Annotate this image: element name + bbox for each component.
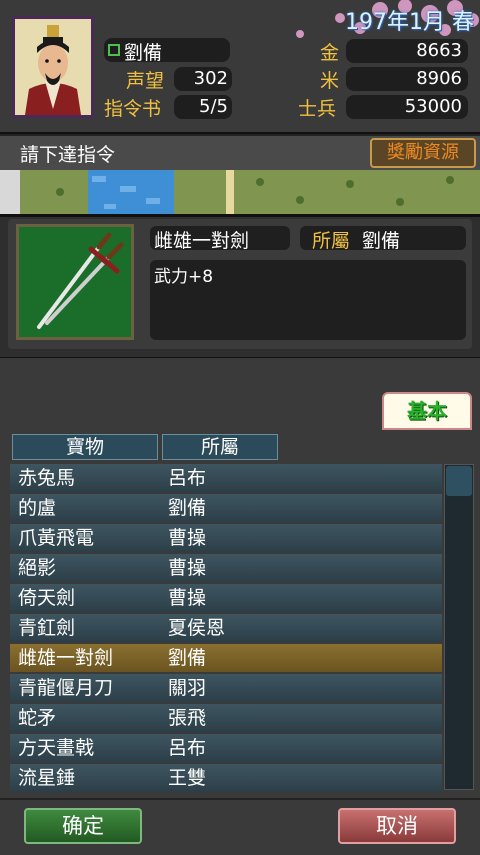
rice-value: 8906 [416,68,462,89]
treasure-owner: 曹操 [168,557,207,579]
treasure-owner: 夏侯恩 [168,617,226,639]
soldiers-value: 53000 [404,96,462,117]
list-item[interactable]: 蛇矛 張飛 [10,704,442,732]
treasure-list: 赤兔馬 呂布 的盧 劉備 爪黃飛電 曹操 絕影 曹操 倚天劍 曹操 青釭劍 夏侯恩 雌雄一對… [10,464,442,794]
treasure-name: 青釭劍 [18,617,76,639]
treasure-name: 流星錘 [18,767,76,789]
list-item[interactable]: 絕影 曹操 [10,554,442,582]
ruler-name-box [104,38,230,62]
command-count-value: 5/5 [199,96,228,117]
avatar [15,19,91,115]
twin-swords-icon [37,232,124,329]
treasure-name: 倚天劍 [18,587,76,609]
treasure-name: 赤兔馬 [18,467,76,489]
treasure-name: 雌雄一對劍 [18,647,114,669]
item-owner: 劉備 [362,230,401,252]
list-item[interactable]: 流星錘 王雙 [10,764,442,792]
item-name: 雌雄一對劍 [154,230,250,252]
command-prompt: 請下達指令 [20,144,116,166]
cancel-button[interactable]: 取消 [338,808,456,844]
scrollbar-thumb[interactable] [446,466,472,496]
list-item[interactable]: 的盧 劉備 [10,494,442,522]
confirm-button[interactable]: 确定 [24,808,142,844]
gold-value: 8663 [416,40,462,61]
treasure-owner: 劉備 [168,497,207,519]
rice-label: 米 [320,70,340,92]
treasure-name: 青龍偃月刀 [18,677,114,699]
item-description: 武力+8 [154,267,214,287]
list-item[interactable]: 方天畫戟 呂布 [10,734,442,762]
treasure-owner: 劉備 [168,647,207,669]
treasure-owner: 王雙 [168,767,207,789]
prestige-value: 302 [193,68,228,89]
reward-resources-button[interactable]: 獎勵資源 [370,138,476,168]
map-strip[interactable] [0,170,480,214]
command-count-label: 指令书 [104,98,162,120]
list-item[interactable]: 青釭劍 夏侯恩 [10,614,442,642]
treasure-name: 絕影 [18,557,57,579]
list-item[interactable]: 倚天劍 曹操 [10,584,442,612]
tab-basic[interactable]: 基本 [382,392,472,430]
treasure-name: 方天畫戟 [18,737,95,759]
map-terrain [0,170,480,214]
item-image [16,224,134,340]
treasure-owner: 曹操 [168,587,207,609]
treasure-owner: 張飛 [168,707,207,729]
ruler-portrait[interactable] [12,16,94,118]
column-header-owner[interactable]: 所屬 [162,434,278,460]
treasure-owner: 曹操 [168,527,207,549]
treasure-owner: 呂布 [168,467,207,489]
ruler-name: 劉備 [124,42,163,64]
list-item[interactable]: 青龍偃月刀 關羽 [10,674,442,702]
list-item[interactable]: 爪黃飛電 曹操 [10,524,442,552]
treasure-name: 的盧 [18,497,57,519]
soldiers-label: 士兵 [298,98,337,120]
owner-label: 所屬 [312,230,351,252]
gold-label: 金 [320,42,340,64]
list-scrollbar[interactable] [444,464,474,790]
column-header-treasure[interactable]: 寶物 [12,434,158,460]
treasure-owner: 呂布 [168,737,207,759]
game-date: 197年1月 春 [345,10,474,35]
treasure-owner: 關羽 [168,677,207,699]
treasure-name: 爪黃飛電 [18,527,95,549]
prestige-label: 声望 [126,70,165,92]
faction-flag-icon [108,44,120,56]
list-item-selected[interactable]: 雌雄一對劍 劉備 [10,644,442,672]
treasure-name: 蛇矛 [18,707,57,729]
list-item[interactable]: 赤兔馬 呂布 [10,464,442,492]
